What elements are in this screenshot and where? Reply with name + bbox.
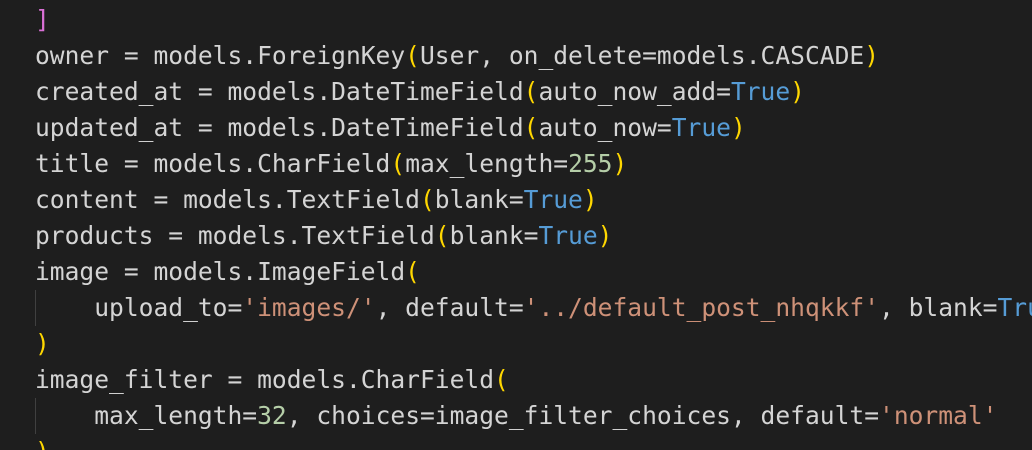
code-token: products = models.TextField <box>35 221 435 250</box>
code-token: True <box>538 221 598 250</box>
code-token: 'images/' <box>242 293 376 322</box>
code-line[interactable]: image_filter = models.CharField( <box>35 362 509 398</box>
code-token: image = models.ImageField <box>35 257 406 286</box>
code-token: ] <box>35 5 50 34</box>
code-token: ( <box>523 113 539 142</box>
code-token: ) <box>582 185 598 214</box>
code-line[interactable]: created_at = models.DateTimeField(auto_n… <box>35 74 805 110</box>
code-token: 'normal' <box>879 401 998 430</box>
code-token: ) <box>597 221 613 250</box>
code-token: blank= <box>449 221 539 250</box>
code-token: content = models.TextField <box>35 185 420 214</box>
code-token: updated_at = models.DateTimeField <box>35 113 524 142</box>
code-line[interactable]: image = models.ImageField( <box>35 254 420 290</box>
code-token: ( <box>419 185 435 214</box>
code-line[interactable]: content = models.TextField(blank=True) <box>35 182 598 218</box>
code-token: ( <box>523 77 539 106</box>
code-token: '../default_post_nhqkkf' <box>523 293 880 322</box>
code-token: ( <box>405 257 420 286</box>
code-token: blank= <box>434 185 524 214</box>
code-editor[interactable]: ] owner = models.ForeignKey(User, on_dele… <box>0 0 1032 450</box>
code-line[interactable]: ) <box>35 326 50 362</box>
code-token: created_at = models.DateTimeField <box>35 77 524 106</box>
code-token: True <box>523 185 583 214</box>
code-token: , choices=image_filter_choices, default= <box>286 401 880 430</box>
code-token: , blank= <box>879 293 998 322</box>
code-token: auto_now= <box>538 113 672 142</box>
code-token: image_filter = models.CharField <box>35 365 495 394</box>
code-token: True <box>730 77 791 106</box>
code-token: ) <box>612 149 628 178</box>
code-line[interactable]: ] <box>35 2 50 38</box>
code-token: max_length= <box>35 401 258 430</box>
code-token: 255 <box>568 149 613 178</box>
code-token: ) <box>790 77 805 106</box>
code-token: ) <box>730 113 746 142</box>
code-token: title = models.CharField <box>35 149 391 178</box>
code-token: auto_now_add= <box>538 77 731 106</box>
code-line[interactable]: upload_to='images/', default='../default… <box>35 290 1032 326</box>
code-token: ( <box>390 149 406 178</box>
code-token: max_length= <box>405 149 569 178</box>
code-token: ( <box>434 221 450 250</box>
code-token: ( <box>405 41 420 70</box>
code-line[interactable]: owner = models.ForeignKey(User, on_delet… <box>35 38 879 74</box>
code-token: True <box>997 293 1032 322</box>
code-token: True <box>671 113 731 142</box>
code-token: ) <box>35 329 50 358</box>
code-line[interactable]: updated_at = models.DateTimeField(auto_n… <box>35 110 746 146</box>
code-line[interactable]: title = models.CharField(max_length=255) <box>35 146 627 182</box>
code-token: User, on_delete=models.CASCADE <box>419 41 865 70</box>
code-token: upload_to= <box>35 293 243 322</box>
code-token: , default= <box>375 293 524 322</box>
code-token: ) <box>35 437 50 450</box>
code-token: owner = models.ForeignKey <box>35 41 406 70</box>
code-token: 32 <box>257 401 287 430</box>
code-line[interactable]: max_length=32, choices=image_filter_choi… <box>35 398 997 434</box>
code-token: ( <box>494 365 509 394</box>
code-line[interactable]: products = models.TextField(blank=True) <box>35 218 612 254</box>
code-line[interactable]: ) <box>35 434 50 450</box>
code-token: ) <box>864 41 879 70</box>
